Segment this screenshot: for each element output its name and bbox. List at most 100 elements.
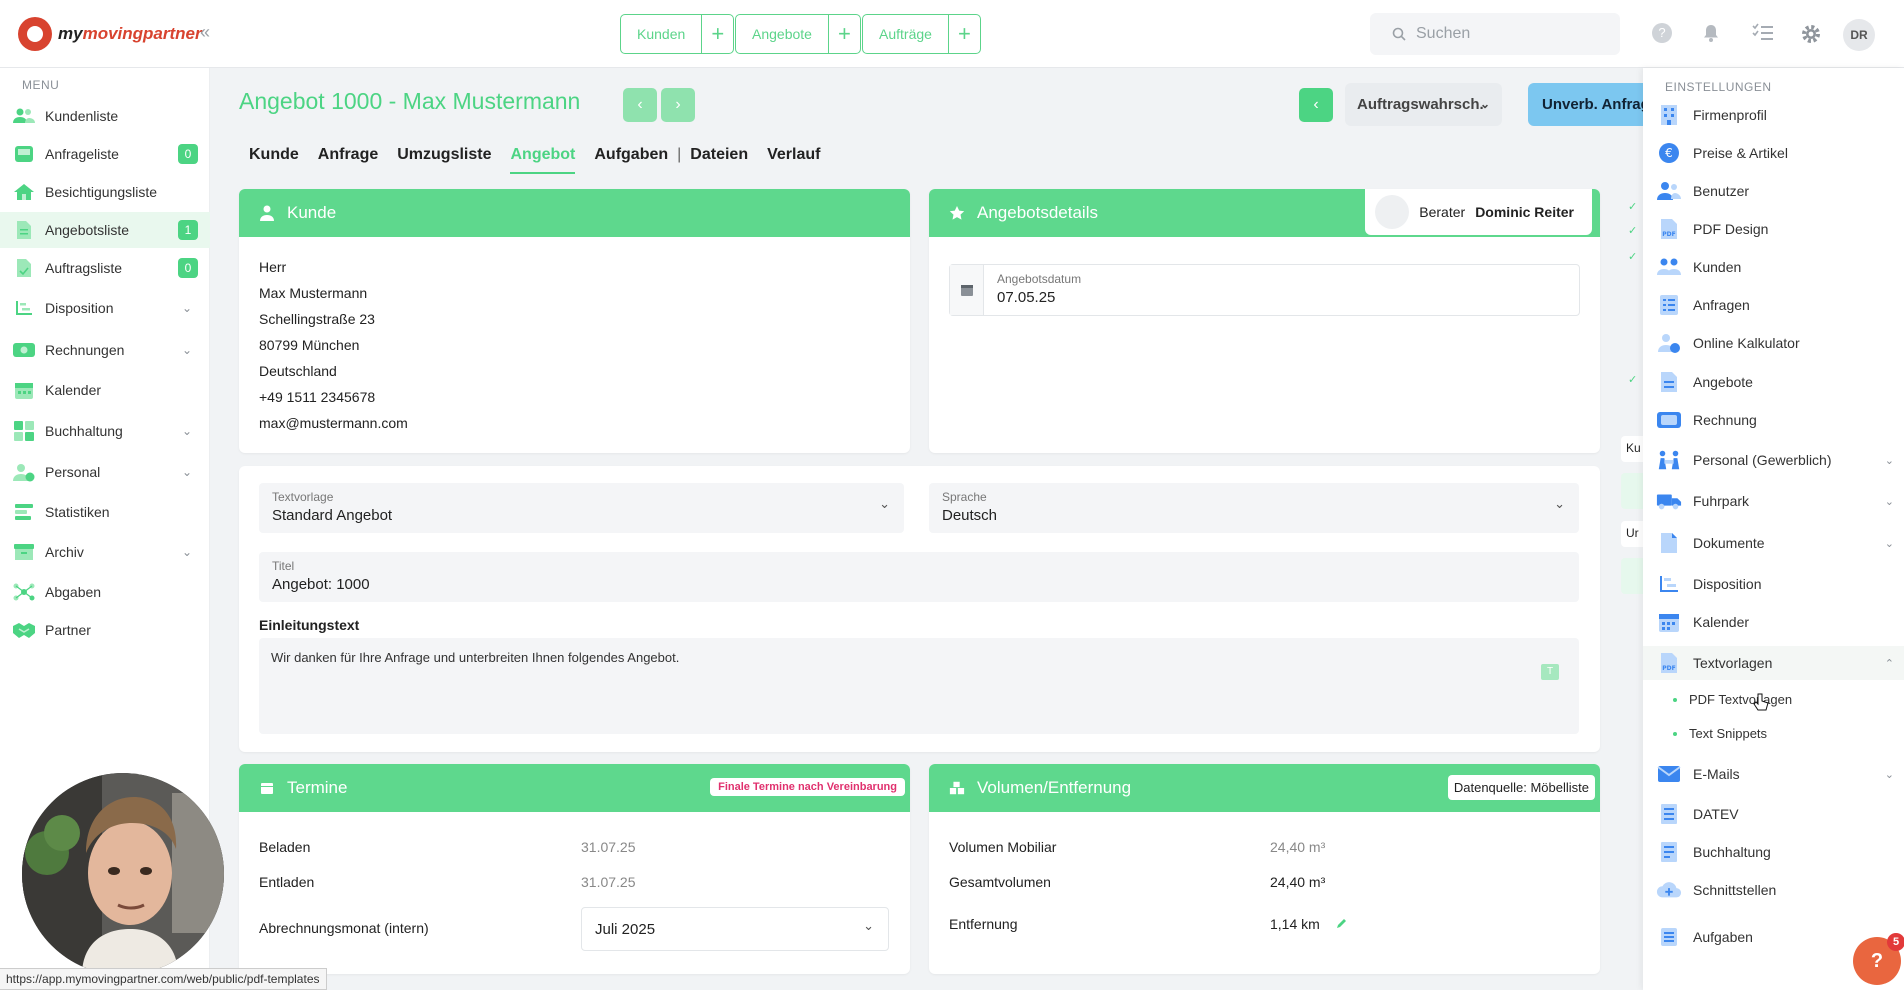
settings-item-pdf-design[interactable]: PDF PDF Design — [1643, 212, 1904, 246]
tab-kunde[interactable]: Kunde — [249, 146, 299, 174]
tab-dateien[interactable]: Dateien — [690, 146, 748, 174]
next-offer-button[interactable]: › — [661, 88, 695, 122]
berater-selector[interactable]: Berater Dominic Reiter — [1365, 189, 1592, 235]
settings-item-fuhrpark[interactable]: Fuhrpark ⌄ — [1643, 484, 1904, 518]
collapse-sidebar-icon[interactable]: « — [200, 22, 210, 43]
billing-month-value: Juli 2025 — [595, 921, 656, 938]
billing-month-select[interactable]: Juli 2025 ⌄ — [581, 907, 889, 951]
settings-item-online-kalkulator[interactable]: Online Kalkulator — [1643, 326, 1904, 360]
customer-card-header: Kunde — [239, 189, 910, 237]
volume-title: Volumen/Entfernung — [977, 778, 1132, 797]
tab-verlauf[interactable]: Verlauf — [767, 146, 820, 174]
offer-date-field[interactable]: Angebotsdatum 07.05.25 — [949, 264, 1580, 316]
title-value: Angebot: 1000 — [272, 576, 370, 593]
quick-angebote-label[interactable]: Angebote — [736, 15, 828, 53]
chevron-down-icon: ⌄ — [181, 424, 192, 438]
settings-item-angebote[interactable]: Angebote — [1643, 365, 1904, 399]
tab-angebot[interactable]: Angebot — [510, 146, 576, 174]
sidebar-item-disposition[interactable]: Disposition ⌄ — [0, 290, 210, 326]
sidebar-item-kalender[interactable]: Kalender — [0, 372, 210, 408]
search-placeholder: Suchen — [1416, 25, 1471, 42]
settings-item-benutzer[interactable]: Benutzer — [1643, 174, 1904, 208]
settings-item-kunden[interactable]: Kunden — [1643, 250, 1904, 284]
settings-item-textvorlagen[interactable]: PDF Textvorlagen ⌃ — [1643, 646, 1904, 680]
volume-furniture-value: 24,40 m³ — [1270, 839, 1326, 855]
sidebar-item-auftragsliste[interactable]: Auftragsliste 0 — [0, 250, 210, 286]
tab-umzugsliste[interactable]: Umzugsliste — [397, 146, 491, 174]
settings-item-firmenprofil[interactable]: Firmenprofil — [1643, 98, 1904, 132]
quick-auftraege-add-button[interactable]: + — [947, 15, 980, 53]
checklist-icon — [1656, 293, 1682, 317]
staff-icon — [12, 461, 36, 483]
title-field[interactable]: Titel Angebot: 1000 — [259, 552, 1579, 602]
quick-auftraege-label[interactable]: Aufträge — [863, 15, 948, 53]
customer-street: Schellingstraße 23 — [259, 311, 375, 327]
settings-item-personal-gewerblich[interactable]: Personal (Gewerblich) ⌄ — [1643, 443, 1904, 477]
data-source-badge[interactable]: Datenquelle: Möbelliste — [1447, 775, 1595, 800]
settings-subitem-pdf-textvorlagen[interactable]: PDF Textvorlagen — [1673, 692, 1792, 707]
settings-subitem-text-snippets[interactable]: Text Snippets — [1673, 726, 1767, 741]
gear-icon[interactable] — [1800, 23, 1822, 50]
settings-item-kalender[interactable]: Kalender — [1643, 605, 1904, 639]
sidebar-item-rechnungen[interactable]: Rechnungen ⌄ — [0, 332, 210, 368]
app-logo[interactable]: mymovingpartner — [18, 17, 202, 51]
sidebar-item-abgaben[interactable]: Abgaben — [0, 574, 210, 610]
intro-text-area[interactable]: Wir danken für Ihre Anfrage und unterbre… — [259, 638, 1579, 734]
customer-phone[interactable]: +49 1511 2345678 — [259, 384, 408, 410]
task-list-icon[interactable] — [1752, 23, 1774, 46]
sidebar-item-buchhaltung[interactable]: Buchhaltung ⌄ — [0, 413, 210, 449]
tab-anfrage[interactable]: Anfrage — [318, 146, 378, 174]
text-template-select[interactable]: Textvorlage Standard Angebot ⌄ — [259, 483, 904, 533]
back-button[interactable]: ‹ — [1299, 88, 1333, 122]
settings-item-schnittstellen[interactable]: Schnittstellen — [1643, 873, 1904, 907]
sidebar-item-anfrageliste[interactable]: Anfrageliste 0 — [0, 136, 210, 172]
quick-kunden-label[interactable]: Kunden — [621, 15, 701, 53]
status-select[interactable]: Auftragswahrsch. ⌄ — [1345, 83, 1502, 126]
sidebar-item-angebotsliste[interactable]: Angebotsliste 1 — [0, 212, 210, 248]
insert-placeholder-icon[interactable]: T — [1541, 664, 1559, 680]
unverbindliche-anfrage-button[interactable]: Unverb. Anfrage — [1528, 83, 1648, 126]
help-chat-button[interactable]: ? 5 — [1853, 933, 1904, 985]
sidebar-item-archiv[interactable]: Archiv ⌄ — [0, 534, 210, 570]
total-volume-value: 24,40 m³ — [1270, 874, 1326, 890]
disposition-icon — [12, 297, 36, 319]
bell-icon[interactable] — [1702, 23, 1720, 48]
settings-item-datev[interactable]: DATEV — [1643, 797, 1904, 831]
language-select[interactable]: Sprache Deutsch ⌄ — [929, 483, 1579, 533]
quick-angebote-add-button[interactable]: + — [827, 15, 860, 53]
user-avatar[interactable]: DR — [1843, 19, 1875, 51]
sidebar-item-label: Rechnungen — [45, 342, 125, 358]
berater-name: Dominic Reiter — [1475, 204, 1574, 220]
customer-email[interactable]: max@mustermann.com — [259, 410, 408, 436]
settings-item-e-mails[interactable]: E-Mails ⌄ — [1643, 757, 1904, 791]
sidebar-item-label: Statistiken — [45, 504, 110, 520]
sidebar-item-kundenliste[interactable]: Kundenliste — [0, 98, 210, 134]
chevron-down-icon: ⌄ — [1479, 97, 1490, 111]
workers-icon — [1656, 448, 1682, 472]
settings-subitem-label: Text Snippets — [1689, 726, 1768, 741]
language-value: Deutsch — [942, 507, 998, 524]
settings-item-rechnung[interactable]: Rechnung — [1643, 403, 1904, 437]
sidebar-item-personal[interactable]: Personal ⌄ — [0, 454, 210, 490]
sidebar-item-statistiken[interactable]: Statistiken — [0, 494, 210, 530]
settings-item-preise-artikel[interactable]: € Preise & Artikel — [1643, 136, 1904, 170]
settings-item-label: Fuhrpark — [1693, 493, 1750, 509]
help-icon[interactable]: ? — [1652, 23, 1672, 43]
search-input[interactable]: Suchen — [1370, 13, 1620, 55]
settings-item-disposition[interactable]: Disposition — [1643, 567, 1904, 601]
sidebar-item-label: Kundenliste — [45, 108, 119, 124]
previous-offer-button[interactable]: ‹ — [623, 88, 657, 122]
beladen-value: 31.07.25 — [581, 839, 636, 855]
sidebar-item-partner[interactable]: Partner — [0, 612, 210, 648]
settings-item-anfragen[interactable]: Anfragen — [1643, 288, 1904, 322]
users-icon — [12, 105, 36, 127]
sidebar-item-label: Auftragsliste — [45, 260, 123, 276]
quick-kunden-add-button[interactable]: + — [701, 15, 733, 53]
status-select-value: Auftragswahrsch. — [1357, 96, 1484, 113]
pencil-edit-icon[interactable] — [1336, 916, 1348, 933]
settings-item-buchhaltung[interactable]: Buchhaltung — [1643, 835, 1904, 869]
tab-aufgaben[interactable]: Aufgaben — [594, 146, 668, 174]
sidebar-item-besichtigungsliste[interactable]: Besichtigungsliste — [0, 174, 210, 210]
settings-item-dokumente[interactable]: Dokumente ⌄ — [1643, 526, 1904, 560]
volume-header: Volumen/Entfernung Datenquelle: Möbellis… — [929, 764, 1600, 812]
